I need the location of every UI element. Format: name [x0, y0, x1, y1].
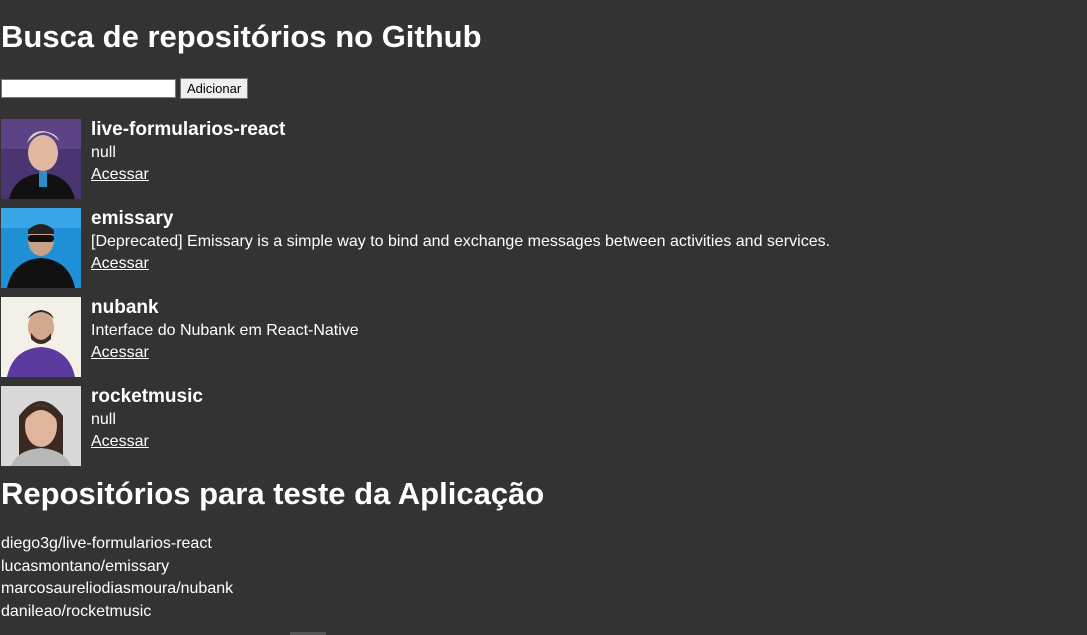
- avatar: [1, 297, 81, 377]
- test-repository-item: lucasmontano/emissary: [1, 557, 170, 575]
- repository-item: nubank Interface do Nubank em React-Nati…: [1, 297, 1081, 386]
- access-link[interactable]: Acessar: [91, 253, 830, 274]
- access-link[interactable]: Acessar: [91, 164, 285, 185]
- test-repository-item: diego3g/live-formularios-react: [1, 535, 212, 552]
- repository-item: rocketmusic null Acessar: [1, 386, 1081, 475]
- repository-name: emissary: [91, 208, 174, 229]
- repository-description: [Deprecated] Emissary is a simple way to…: [91, 233, 831, 250]
- avatar: [1, 119, 81, 199]
- repository-name: rocketmusic: [91, 386, 203, 407]
- access-link[interactable]: Acessar: [91, 342, 359, 363]
- test-repository-item: danileao/rocketmusic: [1, 602, 152, 620]
- repository-description: null: [91, 144, 116, 161]
- test-repository-item: marcosaureliodiasmoura/nubank: [1, 580, 234, 597]
- avatar: [1, 208, 81, 288]
- repository-name: nubank: [91, 297, 159, 318]
- repository-list: live-formularios-react null Acessar emis…: [1, 119, 1081, 475]
- avatar: [1, 386, 81, 466]
- repository-item: emissary [Deprecated] Emissary is a simp…: [1, 208, 1081, 297]
- repository-name: live-formularios-react: [91, 119, 286, 140]
- repository-input[interactable]: [1, 79, 176, 98]
- test-section-title: Repositórios para teste da Aplicação: [1, 476, 545, 511]
- page: Busca de repositórios no Github Adiciona…: [0, 0, 1087, 635]
- search-form: Adicionar: [1, 78, 249, 99]
- repository-item: live-formularios-react null Acessar: [1, 119, 1081, 208]
- access-link[interactable]: Acessar: [91, 431, 203, 452]
- test-repository-list: diego3g/live-formularios-react lucasmont…: [1, 533, 233, 623]
- add-button[interactable]: Adicionar: [180, 78, 249, 99]
- repository-description: null: [91, 411, 116, 428]
- repository-description: Interface do Nubank em React-Native: [91, 322, 359, 339]
- page-title: Busca de repositórios no Github: [1, 19, 482, 54]
